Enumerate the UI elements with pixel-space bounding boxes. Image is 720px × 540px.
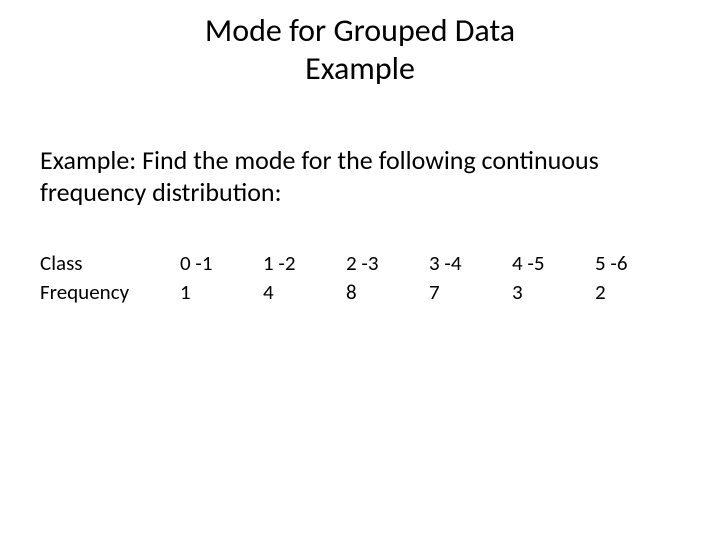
- title-line-2: Example: [305, 49, 415, 88]
- data-columns: 0 -1 1 1 -2 4 2 -3 8 3 -4 7 4 -5 3 5 -6 …: [180, 249, 678, 308]
- frequency-table: Class Frequency 0 -1 1 1 -2 4 2 -3 8 3 -…: [40, 249, 680, 308]
- row-label-frequency: Frequency: [40, 278, 180, 307]
- row-label-class: Class: [40, 249, 180, 278]
- table-col: 0 -1 1: [180, 249, 263, 308]
- table-col: 5 -6 2: [595, 249, 678, 308]
- table-col: 3 -4 7: [429, 249, 512, 308]
- title-line-1: Mode for Grouped Data: [205, 11, 515, 50]
- freq-cell: 8: [346, 278, 429, 307]
- freq-cell: 4: [263, 278, 346, 307]
- freq-cell: 7: [429, 278, 512, 307]
- body-text: Example: Find the mode for the following…: [40, 144, 680, 209]
- class-cell: 5 -6: [595, 249, 678, 278]
- class-cell: 3 -4: [429, 249, 512, 278]
- table-col: 4 -5 3: [512, 249, 595, 308]
- freq-cell: 1: [180, 278, 263, 307]
- class-cell: 1 -2: [263, 249, 346, 278]
- class-cell: 4 -5: [512, 249, 595, 278]
- freq-cell: 3: [512, 278, 595, 307]
- class-cell: 0 -1: [180, 249, 263, 278]
- table-col: 2 -3 8: [346, 249, 429, 308]
- slide-title: Mode for Grouped Data Example: [40, 12, 680, 89]
- table-col: 1 -2 4: [263, 249, 346, 308]
- class-cell: 2 -3: [346, 249, 429, 278]
- row-header-column: Class Frequency: [40, 249, 180, 308]
- freq-cell: 2: [595, 278, 678, 307]
